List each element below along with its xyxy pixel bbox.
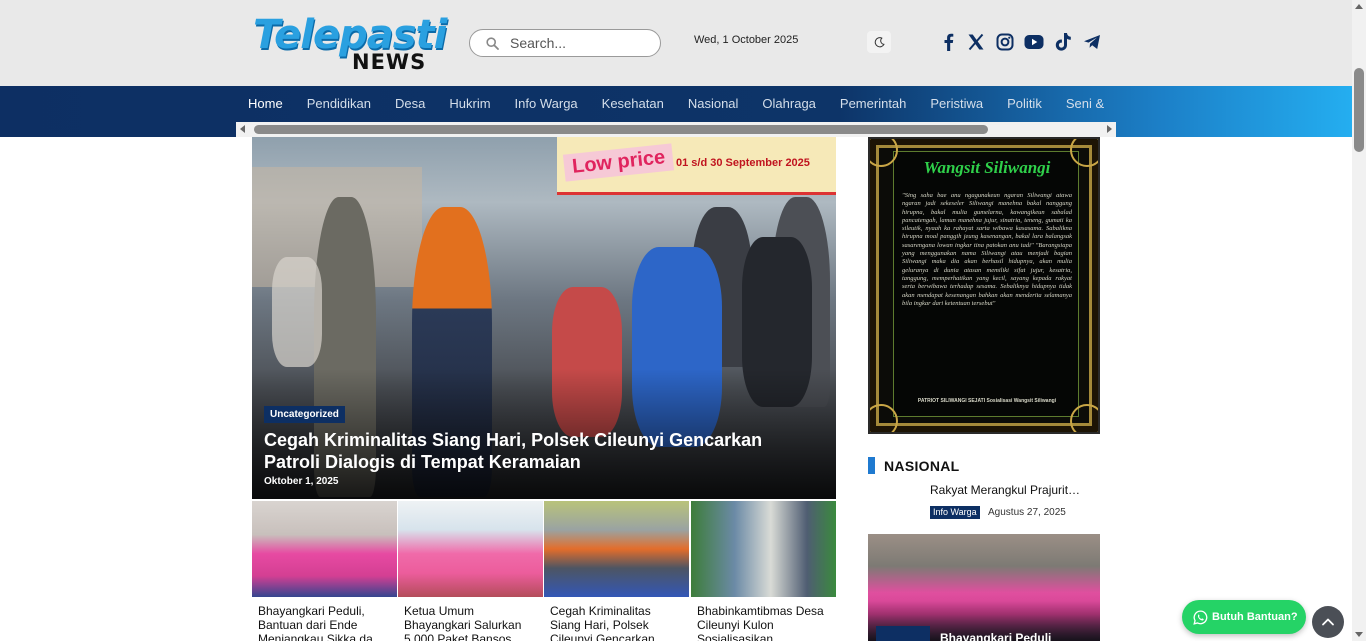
- wangsit-siliwangi-poster[interactable]: Wangsit Siliwangi "Sing saha bae anu nga…: [868, 137, 1100, 434]
- nav-item-pemerintah[interactable]: Pemerintah: [828, 86, 918, 122]
- nav-scrollbar-thumb[interactable]: [254, 125, 988, 134]
- poster-inner: Wangsit Siliwangi "Sing saha bae anu nga…: [893, 151, 1079, 417]
- scroll-up-arrow-icon[interactable]: [1355, 4, 1363, 9]
- instagram-icon[interactable]: [994, 31, 1016, 53]
- nav-item-nasional[interactable]: Nasional: [676, 86, 751, 122]
- whatsapp-icon: [1193, 609, 1208, 625]
- hero-title[interactable]: Cegah Kriminalitas Siang Hari, Polsek Ci…: [264, 429, 804, 473]
- hero-banner-date: 01 s/d 30 September 2025: [676, 157, 810, 169]
- sidebar-featured-title[interactable]: Bhayangkari Peduli: [940, 631, 1051, 641]
- sidebar-featured-post[interactable]: Bhayangkari Peduli: [868, 534, 1100, 641]
- telegram-icon[interactable]: [1081, 31, 1103, 53]
- logo-sub-text: NEWS: [352, 50, 427, 74]
- featured-article[interactable]: Low price 01 s/d 30 September 2025 Uncat…: [252, 137, 836, 499]
- arrow-up-icon: [1322, 618, 1334, 626]
- poster-ornament: [870, 404, 898, 432]
- nav-item-pendidikan[interactable]: Pendidikan: [295, 86, 383, 122]
- tiktok-icon[interactable]: [1052, 31, 1074, 53]
- site-header: Telepasti NEWS Wed, 1 October 2025: [0, 0, 1352, 86]
- hero-date: Oktober 1, 2025: [264, 476, 339, 487]
- nav-item-hukrim[interactable]: Hukrim: [437, 86, 502, 122]
- article-card[interactable]: Bhayangkari Peduli, Bantuan dari Ende Me…: [252, 501, 397, 641]
- search-icon: [486, 37, 499, 50]
- article-card-title[interactable]: Bhabinkamtibmas Desa Cileunyi Kulon Sosi…: [697, 604, 830, 641]
- poster-frame: Wangsit Siliwangi "Sing saha bae anu nga…: [876, 145, 1092, 426]
- hero-photo-motorcycle: [272, 257, 322, 367]
- article-card[interactable]: Bhabinkamtibmas Desa Cileunyi Kulon Sosi…: [691, 501, 836, 641]
- poster-ornament: [1070, 404, 1098, 432]
- article-card[interactable]: Ketua Umum Bhayangkari Salurkan 5.000 Pa…: [398, 501, 543, 641]
- article-card-image[interactable]: [398, 501, 543, 597]
- page-vertical-scrollbar[interactable]: [1352, 0, 1366, 641]
- article-card[interactable]: Cegah Kriminalitas Siang Hari, Polsek Ci…: [544, 501, 689, 641]
- current-date: Wed, 1 October 2025: [694, 34, 799, 46]
- nav-item-seni[interactable]: Seni &: [1054, 86, 1116, 122]
- nav-item-desa[interactable]: Desa: [383, 86, 437, 122]
- section-title-accent: [868, 457, 875, 474]
- sidebar-post-date: Agustus 27, 2025: [988, 507, 1066, 518]
- article-card-image[interactable]: [252, 501, 397, 597]
- nav-item-peristiwa[interactable]: Peristiwa: [918, 86, 995, 122]
- poster-title: Wangsit Siliwangi: [923, 158, 1051, 177]
- article-card-title[interactable]: Cegah Kriminalitas Siang Hari, Polsek Ci…: [550, 604, 683, 641]
- section-title-nasional[interactable]: NASIONAL: [884, 458, 960, 474]
- whatsapp-help-label: Butuh Bantuan?: [1212, 611, 1298, 623]
- back-to-top-button[interactable]: [1312, 606, 1344, 638]
- nav-horizontal-scrollbar[interactable]: [236, 122, 1116, 137]
- sidebar-post-title[interactable]: Rakyat Merangkul Prajurit…: [930, 483, 1090, 497]
- nav-item-home[interactable]: Home: [236, 86, 295, 122]
- poster-signature: PATRIOT SILIWANGI SEJATI Sosialisasi Wan…: [917, 398, 1057, 404]
- article-card-image[interactable]: [544, 501, 689, 597]
- scroll-right-arrow-icon[interactable]: [1107, 125, 1112, 133]
- page-scrollbar-thumb[interactable]: [1354, 68, 1364, 152]
- sidebar-featured-badge: [876, 626, 930, 641]
- youtube-icon[interactable]: [1023, 31, 1045, 53]
- article-card-title[interactable]: Bhayangkari Peduli, Bantuan dari Ende Me…: [258, 604, 391, 641]
- nav-item-info-warga[interactable]: Info Warga: [503, 86, 590, 122]
- whatsapp-help-button[interactable]: Butuh Bantuan?: [1182, 600, 1306, 634]
- nav-menu: Home Pendidikan Desa Hukrim Info Warga Keseha…: [236, 86, 1116, 122]
- article-card-image[interactable]: [691, 501, 836, 597]
- scroll-down-arrow-icon[interactable]: [1355, 632, 1363, 637]
- sidebar-post-category-badge[interactable]: Info Warga: [930, 506, 980, 519]
- nav-item-olahraga[interactable]: Olahraga: [750, 86, 827, 122]
- scroll-left-arrow-icon[interactable]: [240, 125, 245, 133]
- nav-item-politik[interactable]: Politik: [995, 86, 1054, 122]
- article-card-title[interactable]: Ketua Umum Bhayangkari Salurkan 5.000 Pa…: [404, 604, 537, 641]
- site-logo[interactable]: Telepasti NEWS: [253, 12, 447, 74]
- poster-ornament: [1070, 139, 1098, 167]
- poster-text: "Sing saha bae anu ngagunakeun ngaran Si…: [902, 192, 1072, 307]
- search-input[interactable]: [510, 34, 650, 52]
- facebook-icon[interactable]: [938, 31, 960, 53]
- search-box[interactable]: [469, 29, 661, 57]
- nav-item-kesehatan[interactable]: Kesehatan: [590, 86, 676, 122]
- x-icon[interactable]: [965, 31, 987, 53]
- hero-category-badge[interactable]: Uncategorized: [264, 406, 345, 423]
- moon-icon[interactable]: [867, 31, 891, 53]
